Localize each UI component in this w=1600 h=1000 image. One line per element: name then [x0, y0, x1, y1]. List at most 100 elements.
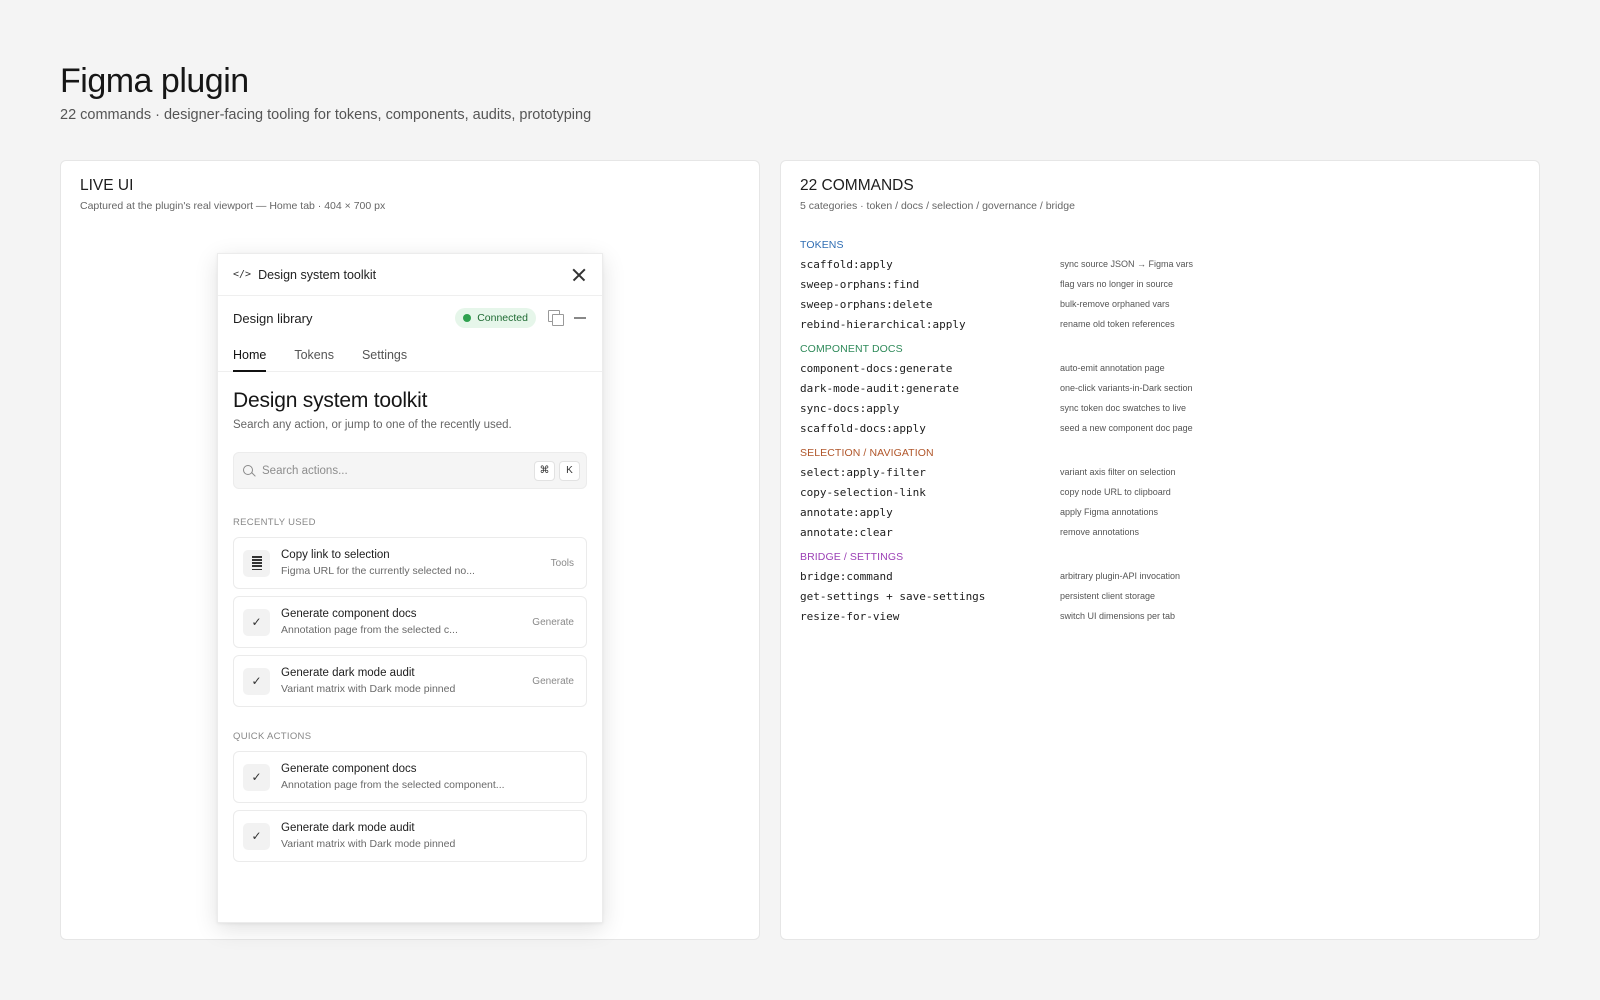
item-title: Generate component docs: [281, 608, 417, 620]
recent-item-copy-link[interactable]: Copy link to selection Figma URL for the…: [233, 537, 587, 589]
hero-subtitle: Search any action, or jump to one of the…: [233, 419, 512, 431]
command-name: sweep-orphans:find: [800, 277, 920, 291]
command-name: annotate:apply: [800, 505, 893, 519]
item-description: Annotation page from the selected c...: [281, 624, 458, 636]
category-label: SELECTION / NAVIGATION: [800, 447, 934, 459]
item-title: Copy link to selection: [281, 549, 390, 561]
command-name: select:apply-filter: [800, 465, 926, 479]
plugin-window: </> Design system toolkit Design library…: [217, 253, 603, 923]
commands-title: 22 COMMANDS: [800, 177, 914, 194]
copy-icon[interactable]: [548, 310, 564, 326]
command-name: copy-selection-link: [800, 485, 926, 499]
item-description: Figma URL for the currently selected no.…: [281, 565, 475, 577]
command-list: TOKENS scaffold:apply sync source JSON → F…: [800, 239, 1500, 626]
command-description: apply Figma annotations: [1060, 507, 1159, 517]
status-dot-icon: [463, 314, 472, 322]
page-subtitle: 22 commands · designer-facing tooling fo…: [60, 107, 592, 123]
command-description: arbitrary plugin-API invocation: [1060, 571, 1181, 581]
command-description: remove annotations: [1060, 527, 1140, 537]
command-row: select:apply-filter variant axis filter o…: [800, 462, 1500, 482]
command-row: component-docs:generate auto-emit annotat…: [800, 358, 1500, 378]
code-icon: </>: [233, 269, 252, 280]
tab-home[interactable]: Home: [233, 340, 267, 372]
command-description: rename old token references: [1060, 319, 1175, 329]
commands-card: 22 COMMANDS 5 categories · token / docs …: [780, 160, 1540, 940]
quick-item-component-docs[interactable]: ✓ Generate component docs Annotation pag…: [233, 751, 587, 803]
plugin-name: Design system toolkit: [258, 267, 377, 282]
tab-settings[interactable]: Settings: [362, 340, 407, 372]
recently-used-label: RECENTLY USED: [233, 517, 316, 528]
command-name: sync-docs:apply: [800, 401, 900, 415]
live-ui-subtitle: Captured at the plugin's real viewport —…: [80, 200, 386, 212]
command-description: sync source JSON → Figma vars: [1060, 259, 1194, 269]
command-row: copy-selection-link copy node URL to clip…: [800, 482, 1500, 502]
command-row: scaffold:apply sync source JSON → Figma v…: [800, 254, 1500, 274]
item-title: Generate dark mode audit: [281, 822, 415, 834]
command-name: scaffold:apply: [800, 257, 893, 271]
close-icon[interactable]: [570, 266, 588, 284]
command-name: resize-for-view: [800, 609, 900, 623]
category-label: TOKENS: [800, 239, 844, 251]
command-description: auto-emit annotation page: [1060, 363, 1165, 373]
command-name: sweep-orphans:delete: [800, 297, 933, 311]
search-input[interactable]: [262, 464, 530, 477]
item-description: Annotation page from the selected compon…: [281, 779, 505, 791]
command-name: bridge:command: [800, 569, 893, 583]
plugin-body: Design system toolkit Search any action,…: [218, 389, 602, 862]
command-name: rebind-hierarchical:apply: [800, 317, 966, 331]
recent-item-dark-mode-audit[interactable]: ✓ Generate dark mode audit Variant matri…: [233, 655, 587, 707]
minimize-icon[interactable]: [574, 317, 586, 319]
command-row: sweep-orphans:delete bulk-remove orphaned…: [800, 294, 1500, 314]
command-name: component-docs:generate: [800, 361, 953, 375]
command-row: get-settings + save-settings persistent c…: [800, 586, 1500, 606]
command-row: resize-for-view switch UI dimensions per …: [800, 606, 1500, 626]
item-category-tag: Generate: [532, 675, 574, 687]
command-row: bridge:command arbitrary plugin-API invoc…: [800, 566, 1500, 586]
command-description: flag vars no longer in source: [1060, 279, 1174, 289]
category-label: COMPONENT DOCS: [800, 343, 903, 355]
command-row: annotate:clear remove annotations: [800, 522, 1500, 542]
category-label: BRIDGE / SETTINGS: [800, 551, 904, 563]
commands-subtitle: 5 categories · token / docs / selection …: [800, 200, 1075, 212]
command-row: annotate:apply apply Figma annotations: [800, 502, 1500, 522]
check-icon: ✓: [243, 822, 270, 850]
quick-item-dark-mode-audit[interactable]: ✓ Generate dark mode audit Variant matri…: [233, 810, 587, 862]
command-description: one-click variants-in-Dark section: [1060, 383, 1193, 393]
item-title: Generate component docs: [281, 763, 417, 775]
search-bar: ⌘ K: [233, 452, 587, 489]
command-name: dark-mode-audit:generate: [800, 381, 959, 395]
command-row: sweep-orphans:find flag vars no longer in…: [800, 274, 1500, 294]
command-description: sync token doc swatches to live: [1060, 403, 1187, 413]
command-row: rebind-hierarchical:apply rename old toke…: [800, 314, 1500, 334]
command-description: bulk-remove orphaned vars: [1060, 299, 1170, 309]
item-title: Generate dark mode audit: [281, 667, 415, 679]
page-title: Figma plugin: [60, 62, 249, 100]
status-badge: Connected: [455, 308, 536, 328]
quick-actions-label: QUICK ACTIONS: [233, 731, 312, 742]
recent-item-component-docs[interactable]: ✓ Generate component docs Annotation pag…: [233, 596, 587, 648]
command-row: sync-docs:apply sync token doc swatches t…: [800, 398, 1500, 418]
check-icon: ✓: [243, 608, 270, 636]
live-ui-card: LIVE UI Captured at the plugin's real vi…: [60, 160, 760, 940]
search-icon: [242, 464, 256, 478]
item-category-tag: Generate: [532, 616, 574, 628]
item-description: Variant matrix with Dark mode pinned: [281, 838, 456, 850]
plugin-titlebar: </> Design system toolkit: [218, 254, 602, 296]
k-key-hint: K: [559, 460, 580, 481]
item-description: Variant matrix with Dark mode pinned: [281, 683, 456, 695]
document-icon: [243, 549, 270, 577]
hero-title: Design system toolkit: [233, 389, 428, 412]
command-name: scaffold-docs:apply: [800, 421, 926, 435]
command-name: annotate:clear: [800, 525, 893, 539]
command-name: get-settings + save-settings: [800, 589, 986, 603]
command-row: dark-mode-audit:generate one-click varian…: [800, 378, 1500, 398]
command-description: copy node URL to clipboard: [1060, 487, 1171, 497]
status-label: Connected: [477, 312, 528, 324]
command-description: variant axis filter on selection: [1060, 467, 1176, 477]
command-key-icon: ⌘: [534, 460, 555, 481]
library-name: Design library: [233, 310, 313, 326]
item-category-tag: Tools: [550, 557, 574, 569]
tab-bar: Home Tokens Settings: [218, 340, 602, 372]
tab-tokens[interactable]: Tokens: [294, 340, 334, 372]
command-description: persistent client storage: [1060, 591, 1156, 601]
